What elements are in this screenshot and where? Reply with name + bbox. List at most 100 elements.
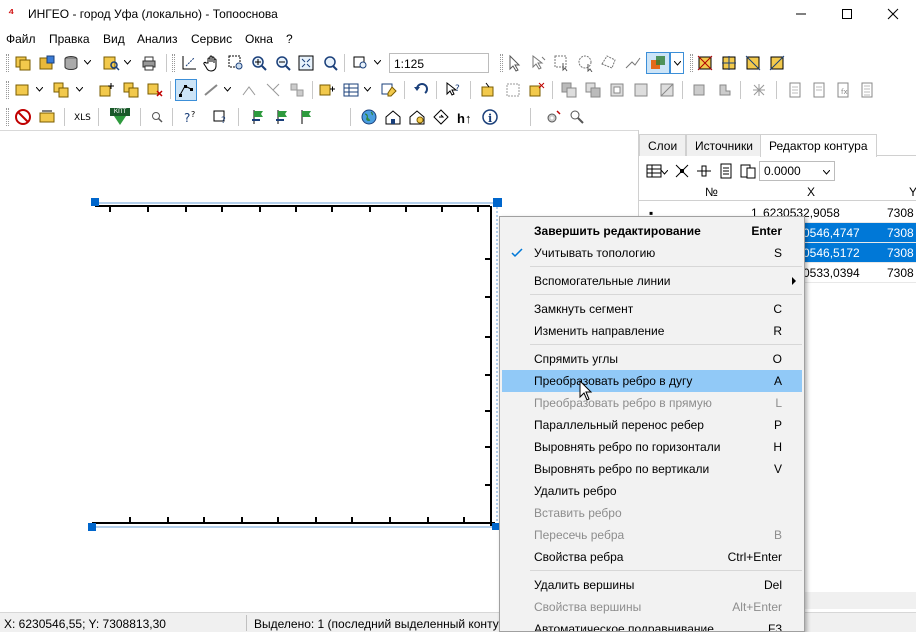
menu-help[interactable]: ?: [286, 32, 293, 46]
undo-icon[interactable]: [412, 81, 430, 99]
copy-doc-icon[interactable]: [717, 162, 735, 180]
globe-icon[interactable]: [360, 108, 378, 126]
tab-contour-editor[interactable]: Редактор контура: [760, 134, 877, 157]
menu-view[interactable]: Вид: [103, 32, 125, 46]
menu-edit[interactable]: Правка: [49, 32, 90, 46]
toolbar-grip[interactable]: [6, 108, 9, 126]
select-rect-icon[interactable]: [553, 54, 571, 72]
gray-tool-6-icon[interactable]: [690, 81, 708, 99]
tab-layers[interactable]: Слои: [639, 134, 687, 156]
menu-item-reverse-direction[interactable]: Изменить направление R: [502, 320, 802, 342]
object-copy-icon[interactable]: [122, 81, 140, 99]
doc-tool-3-icon[interactable]: fx: [834, 81, 852, 99]
chevron-down-icon[interactable]: [661, 170, 668, 175]
chevron-down-icon[interactable]: [76, 87, 83, 92]
break-object-icon[interactable]: [504, 81, 522, 99]
zoom-out-icon[interactable]: [274, 54, 292, 72]
vertex-tool-3-icon[interactable]: [744, 54, 762, 72]
query-icon[interactable]: ??: [182, 108, 200, 126]
table-icon[interactable]: [342, 81, 360, 99]
flag-tool-2-icon[interactable]: [274, 108, 292, 126]
zoom-in-icon[interactable]: [250, 54, 268, 72]
object-add-icon[interactable]: [98, 81, 116, 99]
gray-tool-5-icon[interactable]: [658, 81, 676, 99]
select-circle-icon[interactable]: [577, 54, 595, 72]
kpt-import-button[interactable]: КПТ: [110, 108, 132, 126]
scale-input[interactable]: 1:125: [389, 53, 489, 73]
doc-tool-2-icon[interactable]: [810, 81, 828, 99]
gray-tool-8-icon[interactable]: [750, 81, 768, 99]
select-line-icon[interactable]: [624, 54, 642, 72]
style-fill-button[interactable]: [646, 52, 670, 74]
layer-group-icon[interactable]: [52, 81, 70, 99]
menu-item-straighten-angles[interactable]: Спрямить углы O: [502, 348, 802, 370]
edit-contour-button[interactable]: [175, 79, 197, 101]
split-icon[interactable]: [264, 81, 282, 99]
query-table-icon[interactable]: ?: [212, 108, 230, 126]
paste-object-icon[interactable]: [528, 81, 546, 99]
help-pointer-icon[interactable]: ?: [444, 81, 462, 99]
gray-tool-2-icon[interactable]: [584, 81, 602, 99]
find-object-icon[interactable]: [102, 54, 120, 72]
chevron-down-icon[interactable]: [124, 60, 131, 65]
menu-item-auto-align[interactable]: Автоматическое подравнивание F3: [502, 618, 802, 631]
coordinate-axes-icon[interactable]: [180, 54, 198, 72]
close-button[interactable]: [870, 0, 916, 28]
menu-item-delete-vertices[interactable]: Удалить вершины Del: [502, 574, 802, 596]
draw-point-icon[interactable]: [240, 81, 258, 99]
zoom-rect-icon[interactable]: [227, 54, 245, 72]
column-header-num[interactable]: №: [705, 185, 718, 199]
label-tool-icon[interactable]: [38, 108, 56, 126]
chevron-down-icon[interactable]: [364, 87, 371, 92]
flag-tool-1-icon[interactable]: [250, 108, 268, 126]
select-polygon-icon[interactable]: [600, 54, 618, 72]
layer-tool-icon[interactable]: [14, 81, 32, 99]
menu-item-edge-to-line[interactable]: Преобразовать ребро в прямую L: [502, 392, 802, 414]
height-tool-icon[interactable]: h↑: [457, 111, 471, 126]
menu-item-edge-properties[interactable]: Свойства ребра Ctrl+Enter: [502, 546, 802, 568]
navigation-icon[interactable]: [432, 108, 450, 126]
column-header-x[interactable]: X: [807, 185, 815, 199]
maximize-button[interactable]: [824, 0, 870, 28]
paste-doc-icon[interactable]: [739, 162, 757, 180]
toolbar-grip[interactable]: [172, 54, 175, 72]
toolbar-grip[interactable]: [690, 54, 693, 72]
menu-item-vertex-properties[interactable]: Свойства вершины Alt+Enter: [502, 596, 802, 618]
xls-export-button[interactable]: XLS: [74, 113, 91, 123]
draw-line-icon[interactable]: [202, 81, 220, 99]
zoom-extent-icon[interactable]: [297, 54, 315, 72]
menu-analysis[interactable]: Анализ: [137, 32, 178, 46]
minimize-button[interactable]: [778, 0, 824, 28]
settings-gear-icon[interactable]: [544, 108, 562, 126]
menu-item-edge-to-arc[interactable]: Преобразовать ребро в дугу A: [502, 370, 802, 392]
menu-item-insert-edge[interactable]: Вставить ребро: [502, 502, 802, 524]
vertex-tool-1-icon[interactable]: [696, 54, 714, 72]
column-header-y[interactable]: Y: [909, 185, 916, 199]
table-edit-icon[interactable]: [380, 81, 398, 99]
toolbar-grip[interactable]: [500, 54, 503, 72]
home-icon[interactable]: [384, 108, 402, 126]
insert-vertex-icon[interactable]: [695, 162, 713, 180]
style-dropdown-button[interactable]: [670, 52, 684, 74]
chevron-down-icon[interactable]: [224, 87, 231, 92]
gray-tool-7-icon[interactable]: [716, 81, 734, 99]
scale-zoom-icon[interactable]: [352, 54, 370, 72]
layers-icon[interactable]: [14, 54, 32, 72]
toolbar-grip[interactable]: [6, 81, 9, 99]
doc-tool-1-icon[interactable]: [786, 81, 804, 99]
search-magnifier-icon[interactable]: [568, 108, 586, 126]
menu-windows[interactable]: Окна: [245, 32, 273, 46]
pan-hand-icon[interactable]: [203, 54, 221, 72]
menu-item-finish-edit[interactable]: Завершить редактирование Enter: [502, 220, 802, 242]
gray-tool-3-icon[interactable]: [608, 81, 626, 99]
vertex-tool-4-icon[interactable]: [768, 54, 786, 72]
chevron-down-icon[interactable]: [823, 170, 830, 175]
menu-item-topology[interactable]: Учитывать топологию S: [502, 242, 802, 264]
cut-object-icon[interactable]: [480, 81, 498, 99]
database-icon[interactable]: [62, 54, 80, 72]
menu-item-align-horizontal[interactable]: Выровнять ребро по горизонтали H: [502, 436, 802, 458]
print-icon[interactable]: [140, 54, 158, 72]
menu-item-delete-edge[interactable]: Удалить ребро: [502, 480, 802, 502]
info-icon[interactable]: i: [481, 108, 499, 126]
menu-service[interactable]: Сервис: [191, 32, 232, 46]
